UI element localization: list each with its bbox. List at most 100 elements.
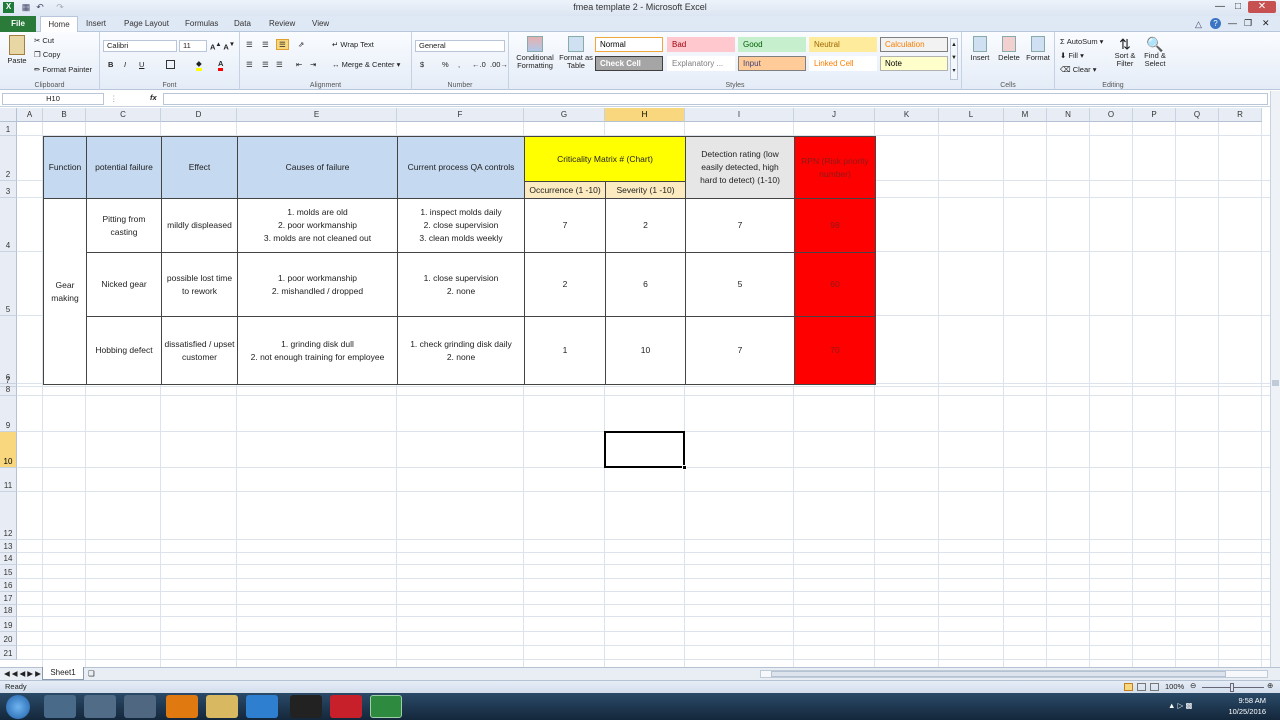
zoom-out-icon[interactable]: ⊖ xyxy=(1190,681,1196,690)
page-break-view-icon[interactable] xyxy=(1150,683,1159,691)
zoom-in-icon[interactable]: ⊕ xyxy=(1267,681,1273,690)
taskbar-obs-icon[interactable] xyxy=(290,695,322,718)
grow-font-icon[interactable]: A▲ A▼ xyxy=(210,41,235,52)
column-header-a[interactable]: A xyxy=(17,108,43,122)
page-layout-view-icon[interactable] xyxy=(1137,683,1146,691)
doc-minimize-button[interactable]: — xyxy=(1228,18,1237,28)
align-right-icon[interactable]: ☰ xyxy=(276,60,283,69)
merge-center-button[interactable]: ↔ Merge & Center ▾ xyxy=(332,60,400,69)
increase-indent-icon[interactable]: ⇥ xyxy=(310,60,316,69)
taskbar-folder-icon[interactable] xyxy=(206,695,238,718)
cell-style-normal[interactable]: Normal xyxy=(595,37,663,52)
row-header-1[interactable]: 1 xyxy=(0,122,17,136)
new-sheet-icon[interactable]: ❏ xyxy=(88,669,95,678)
row-header-20[interactable]: 20 xyxy=(0,632,17,646)
taskbar-ie-icon[interactable] xyxy=(246,695,278,718)
function-icon[interactable]: fx xyxy=(150,93,157,102)
row-header-5[interactable]: 5 xyxy=(0,252,17,316)
name-box[interactable]: H10 xyxy=(2,93,104,105)
row-header-19[interactable]: 19 xyxy=(0,617,17,632)
cell-style-neutral[interactable]: Neutral xyxy=(809,37,877,52)
number-format-select[interactable]: General xyxy=(415,40,505,52)
clock-time[interactable]: 9:58 AM xyxy=(1210,696,1266,705)
ribbon-minimize-icon[interactable]: △ xyxy=(1195,19,1202,30)
align-left-icon[interactable]: ☰ xyxy=(246,60,253,69)
tab-view[interactable]: View xyxy=(306,16,335,32)
row-header-15[interactable]: 15 xyxy=(0,565,17,579)
styles-scroll-icon[interactable]: ▲ ▼ ▾ xyxy=(950,38,958,80)
sort-filter-button[interactable]: ⇅ Sort & Filter xyxy=(1111,36,1139,68)
conditional-formatting-button[interactable]: Conditional Formatting xyxy=(512,36,558,70)
cut-button[interactable]: ✂ Cut xyxy=(34,36,54,45)
taskbar-media-icon[interactable] xyxy=(84,695,116,718)
cell-style-explanatory[interactable]: Explanatory ... xyxy=(667,56,735,71)
cell-style-note[interactable]: Note xyxy=(880,56,948,71)
decrease-decimal-icon[interactable]: .00→ xyxy=(490,60,508,69)
column-header-f[interactable]: F xyxy=(397,108,524,122)
formula-input[interactable] xyxy=(163,93,1268,105)
zoom-level[interactable]: 100% xyxy=(1165,682,1184,691)
taskbar-tools-icon[interactable] xyxy=(124,695,156,718)
taskbar-solidworks-icon[interactable] xyxy=(330,695,362,718)
taskbar-file-icon[interactable] xyxy=(44,695,76,718)
column-header-h[interactable]: H xyxy=(605,108,685,122)
cell-style-check-cell[interactable]: Check Cell xyxy=(595,56,663,71)
zoom-slider[interactable] xyxy=(1202,683,1264,692)
insert-cells-button[interactable]: Insert xyxy=(967,36,993,62)
start-button-icon[interactable] xyxy=(6,695,30,719)
clear-button[interactable]: ⌫ Clear ▾ xyxy=(1060,65,1097,74)
sheet-tab-sheet1[interactable]: Sheet1 xyxy=(42,667,84,680)
increase-decimal-icon[interactable]: ←.0 xyxy=(472,60,486,69)
clock-date[interactable]: 10/25/2016 xyxy=(1210,707,1266,716)
format-as-table-button[interactable]: Format as Table xyxy=(558,36,594,70)
column-header-q[interactable]: Q xyxy=(1176,108,1219,122)
horizontal-scroll-thumb[interactable] xyxy=(771,671,1226,677)
font-color-icon[interactable]: A xyxy=(218,59,224,71)
spreadsheet-grid[interactable]: ABCDEFGHIJKLMNOPQR1234567891011121314151… xyxy=(0,108,1270,668)
select-all-corner[interactable] xyxy=(0,108,17,122)
close-button[interactable]: ✕ xyxy=(1248,1,1276,13)
row-header-2[interactable]: 2 xyxy=(0,136,17,181)
column-header-d[interactable]: D xyxy=(161,108,237,122)
row-header-4[interactable]: 4 xyxy=(0,198,17,252)
currency-button[interactable]: $ xyxy=(420,60,424,69)
column-header-j[interactable]: J xyxy=(794,108,875,122)
column-header-g[interactable]: G xyxy=(524,108,605,122)
column-header-c[interactable]: C xyxy=(86,108,161,122)
percent-button[interactable]: % xyxy=(442,60,449,69)
column-header-i[interactable]: I xyxy=(685,108,794,122)
doc-restore-button[interactable]: ❐ xyxy=(1244,18,1252,29)
tab-data[interactable]: Data xyxy=(228,16,257,32)
comma-button[interactable]: , xyxy=(458,60,460,69)
active-cell-selection[interactable] xyxy=(604,431,685,468)
align-top-icon[interactable]: ☰ xyxy=(246,40,253,49)
tab-home[interactable]: Home xyxy=(40,16,78,32)
row-header-10[interactable]: 10 xyxy=(0,432,17,468)
delete-cells-button[interactable]: Delete xyxy=(996,36,1022,62)
row-header-18[interactable]: 18 xyxy=(0,605,17,617)
orientation-icon[interactable]: ⇗ xyxy=(298,40,304,49)
row-header-16[interactable]: 16 xyxy=(0,579,17,592)
row-header-9[interactable]: 9 xyxy=(0,396,17,432)
borders-icon[interactable] xyxy=(166,60,175,69)
normal-view-icon[interactable] xyxy=(1124,683,1133,691)
bold-button[interactable]: B xyxy=(108,60,113,69)
underline-button[interactable]: U xyxy=(139,60,144,69)
minimize-button[interactable]: — xyxy=(1212,1,1228,13)
maximize-button[interactable]: □ xyxy=(1230,1,1246,13)
column-header-r[interactable]: R xyxy=(1219,108,1262,122)
format-cells-button[interactable]: Format xyxy=(1024,36,1052,62)
tray-icons[interactable]: ▲ ▷ ▩ xyxy=(1168,701,1192,710)
vertical-scrollbar[interactable] xyxy=(1270,91,1280,669)
cell-style-bad[interactable]: Bad xyxy=(667,37,735,52)
autosum-button[interactable]: Σ AutoSum ▾ xyxy=(1060,37,1103,46)
wrap-text-button[interactable]: ↵ Wrap Text xyxy=(332,40,374,49)
row-header-3[interactable]: 3 xyxy=(0,181,17,198)
fill-button[interactable]: ⬇ Fill ▾ xyxy=(1060,51,1084,60)
cell-style-calculation[interactable]: Calculation xyxy=(880,37,948,52)
column-header-l[interactable]: L xyxy=(939,108,1004,122)
column-header-e[interactable]: E xyxy=(237,108,397,122)
cell-style-good[interactable]: Good xyxy=(738,37,806,52)
tab-page-layout[interactable]: Page Layout xyxy=(118,16,175,32)
italic-button[interactable]: I xyxy=(124,60,126,69)
